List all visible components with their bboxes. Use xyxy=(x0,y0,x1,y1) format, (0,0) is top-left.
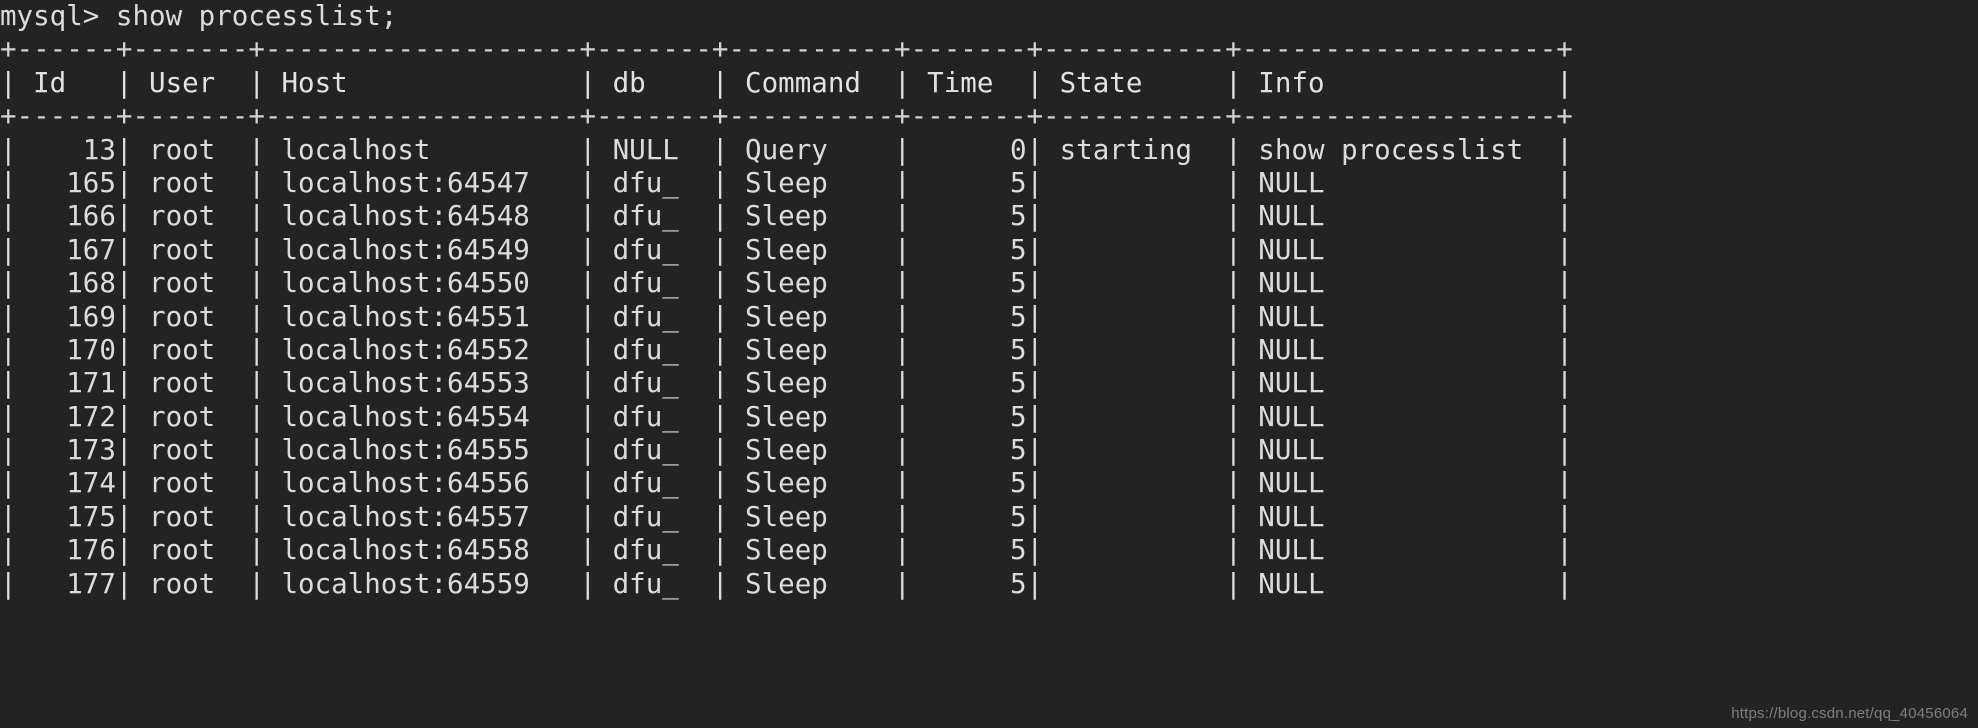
table-row: | 168| root | localhost:64550 | dfu_ | S… xyxy=(0,267,1573,300)
table-row: | 173| root | localhost:64555 | dfu_ | S… xyxy=(0,434,1573,467)
table-header-row: | Id | User | Host | db | Command | Time… xyxy=(0,66,1573,99)
table-row: | 166| root | localhost:64548 | dfu_ | S… xyxy=(0,200,1573,233)
table-row: | 165| root | localhost:64547 | dfu_ | S… xyxy=(0,166,1573,199)
table-row: | 13| root | localhost | NULL | Query | … xyxy=(0,133,1573,166)
table-row: | 172| root | localhost:64554 | dfu_ | S… xyxy=(0,400,1573,433)
watermark-text: https://blog.csdn.net/qq_40456064 xyxy=(1731,705,1968,722)
table-row: | 171| root | localhost:64553 | dfu_ | S… xyxy=(0,367,1573,400)
table-row: | 177| root | localhost:64559 | dfu_ | S… xyxy=(0,567,1573,600)
table-row: | 176| root | localhost:64558 | dfu_ | S… xyxy=(0,534,1573,567)
table-row: | 167| root | localhost:64549 | dfu_ | S… xyxy=(0,233,1573,266)
table-row: | 175| root | localhost:64557 | dfu_ | S… xyxy=(0,500,1573,533)
table-row: | 170| root | localhost:64552 | dfu_ | S… xyxy=(0,333,1573,366)
terminal-output: mysql> show processlist; +------+-------+… xyxy=(0,0,1978,601)
table-row: | 169| root | localhost:64551 | dfu_ | S… xyxy=(0,300,1573,333)
table-rule-header: +------+-------+-------------------+----… xyxy=(0,100,1573,133)
table-row: | 174| root | localhost:64556 | dfu_ | S… xyxy=(0,467,1573,500)
table-rule-top: +------+-------+-------------------+----… xyxy=(0,33,1573,66)
command-prompt-line: mysql> show processlist; xyxy=(0,0,398,32)
terminal-window[interactable]: mysql> show processlist; +------+-------+… xyxy=(0,0,1978,728)
